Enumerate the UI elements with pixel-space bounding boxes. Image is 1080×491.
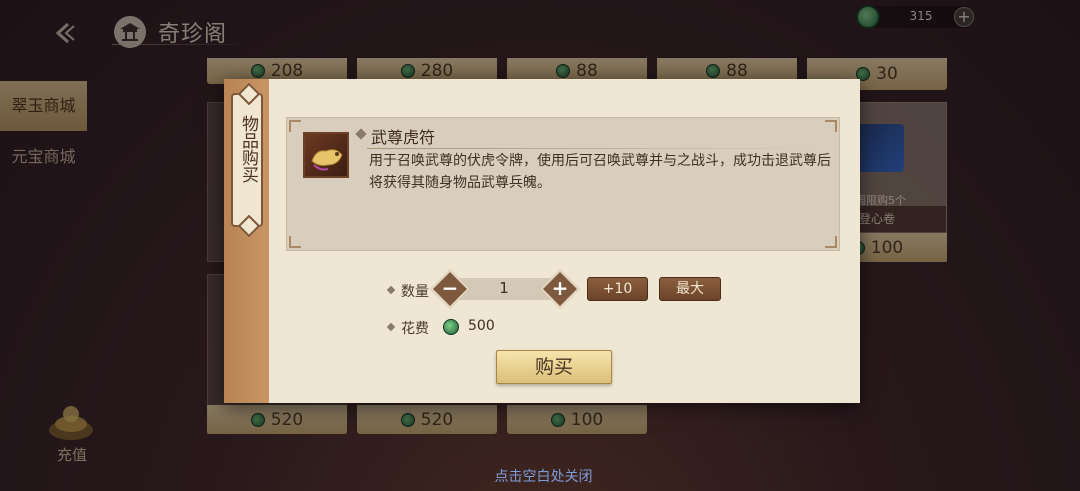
close-hint[interactable]: 点击空白处关闭 [0,466,1080,486]
item-info-panel: 武尊虎符 用于召唤武尊的伏虎令牌，使用后可召唤武尊并与之战斗，成功击退武尊后将获… [286,117,840,251]
dialog-spine: 物品购买 [224,79,269,403]
item-description: 用于召唤武尊的伏虎令牌，使用后可召唤武尊并与之战斗，成功击退武尊后将获得其随身物… [369,153,831,191]
corner-ornament [825,120,837,132]
diamond-bullet-icon [386,322,396,332]
plus-ten-button[interactable]: +10 [587,277,648,301]
tiger-tally-icon [303,132,349,178]
cost-label: 花费 [401,321,429,337]
corner-ornament [289,236,301,248]
dialog-tab: 物品购买 [231,93,263,227]
dialog-title: 物品购买 [238,115,258,183]
quantity-label: 数量 [401,284,429,300]
increase-button[interactable]: + [540,269,580,309]
quantity-stepper: 1 − + [430,269,580,309]
max-button[interactable]: 最大 [659,277,721,301]
corner-ornament [825,236,837,248]
buy-button[interactable]: 购买 [496,350,612,384]
purchase-dialog: 物品购买 武尊虎符 用于召唤武尊的伏虎令牌，使用后可召唤武尊并与之战斗，成功击退… [224,79,860,403]
corner-ornament [289,120,301,132]
diamond-bullet-icon [355,128,367,140]
diamond-bullet-icon [386,285,396,295]
cost-value: 500 [468,318,495,334]
divider [367,148,827,149]
minus-icon: − [441,276,459,300]
item-name: 武尊虎符 [371,128,436,147]
plus-icon: + [551,276,569,300]
jade-coin-icon [443,319,459,335]
decrease-button[interactable]: − [430,269,470,309]
